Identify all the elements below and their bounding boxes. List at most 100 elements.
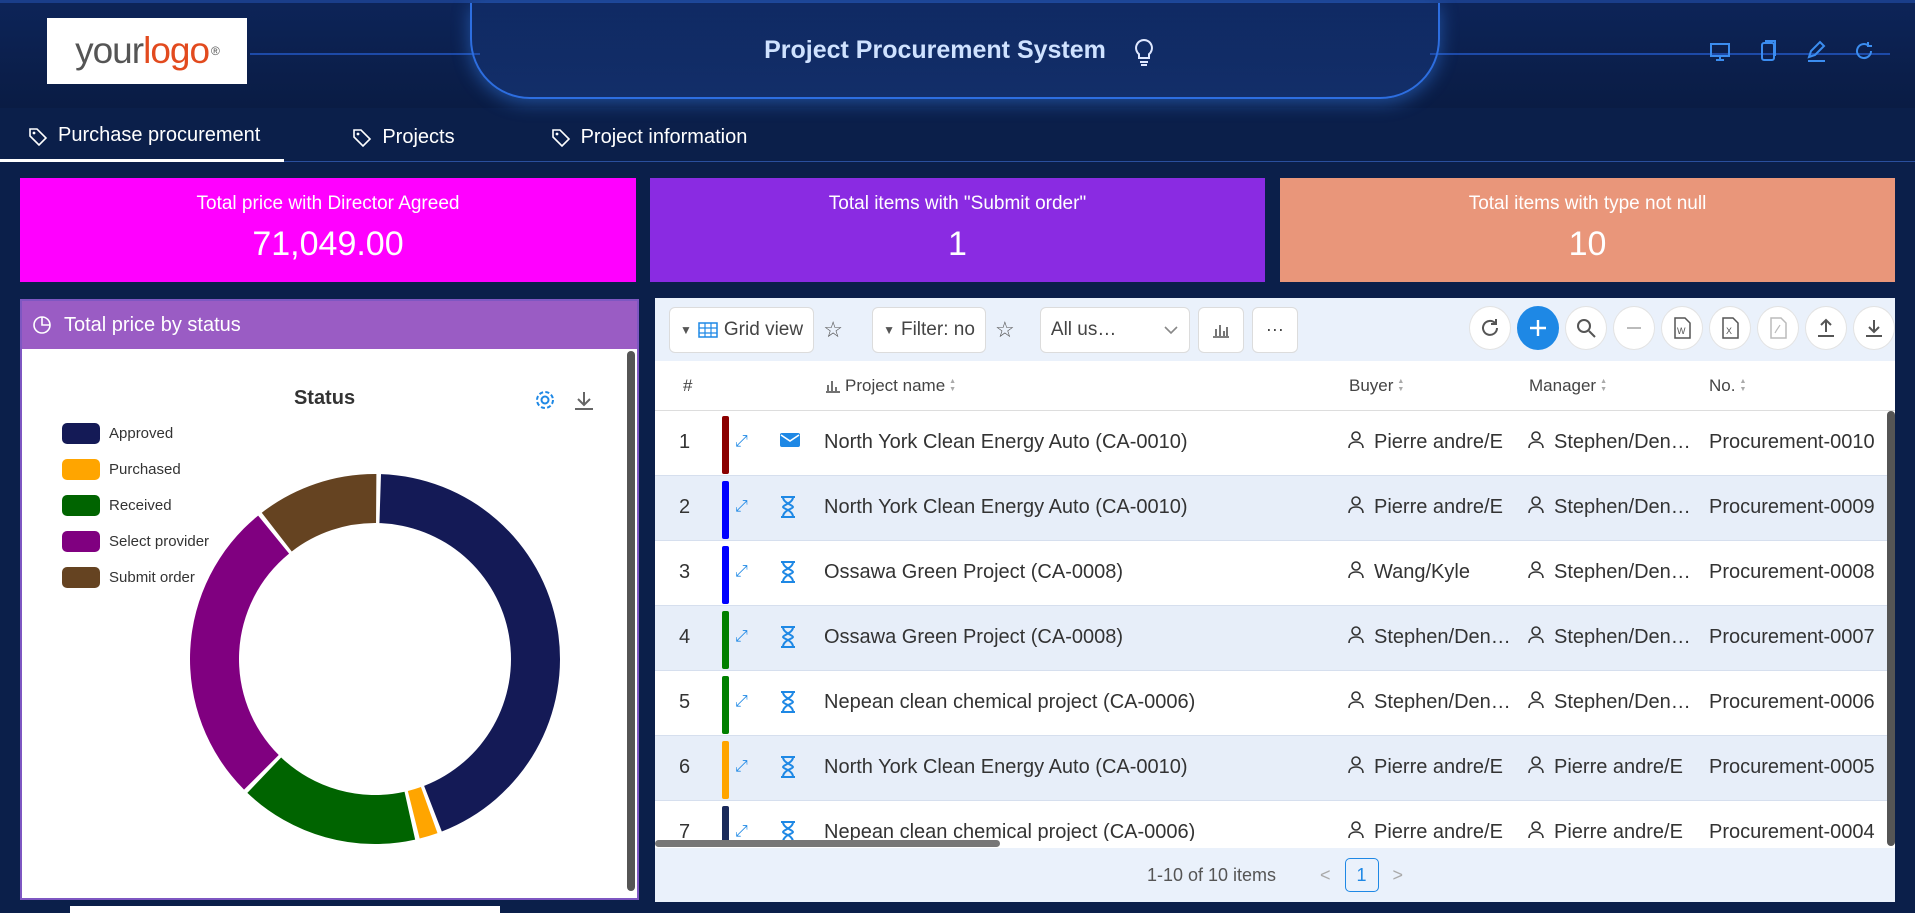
search-icon (1577, 319, 1596, 338)
user-icon (1528, 756, 1544, 780)
tag-icon (29, 127, 48, 146)
filter-button[interactable]: ▼ Filter: no (872, 306, 986, 353)
donut-slice-received[interactable] (247, 757, 416, 844)
donut-slice-select-provider[interactable] (190, 515, 290, 790)
expand-icon[interactable]: ⤢ (735, 758, 748, 776)
kpi-card-type-not-null[interactable]: Total items with type not null 10 (1280, 178, 1895, 282)
gear-icon[interactable] (534, 389, 556, 411)
legend-swatch (62, 494, 100, 516)
chevron-down-icon (1164, 325, 1178, 334)
minus-icon (1627, 327, 1641, 329)
chart-panel-title: Total price by status (64, 313, 241, 336)
reload-button[interactable] (1469, 306, 1511, 350)
export-excel-button[interactable]: X (1709, 306, 1751, 350)
manager-name: Stephen/Den… (1554, 691, 1691, 713)
donut-slice-approved[interactable] (379, 474, 560, 832)
table-row[interactable]: 3 ⤢ Ossawa Green Project (CA-0008) Wang/Kyl… (655, 541, 1895, 606)
mobile-icon[interactable] (1757, 40, 1779, 62)
legend-swatch (62, 458, 100, 480)
table-row[interactable]: 2 ⤢ North York Clean Energy Auto (CA-0010)… (655, 476, 1895, 541)
expand-icon[interactable]: ⤢ (735, 693, 748, 711)
prev-page-icon[interactable]: < (1320, 865, 1331, 886)
expand-icon[interactable]: ⤢ (735, 628, 748, 646)
export-word-button[interactable]: W (1661, 306, 1703, 350)
row-color-bar (722, 546, 729, 604)
legend-item[interactable]: Approved (62, 415, 209, 451)
manager-cell: Stephen/Den… (1528, 626, 1703, 650)
tab-project-information[interactable]: Project information (525, 112, 774, 162)
manager-name: Pierre andre/E (1554, 756, 1683, 778)
buyer-cell: Stephen/Den… (1348, 626, 1518, 650)
search-button[interactable] (1565, 306, 1607, 350)
pagination-summary: 1-10 of 10 items (1146, 864, 1277, 885)
remove-button[interactable] (1613, 306, 1655, 350)
tab-projects[interactable]: Projects (326, 112, 480, 162)
refresh-icon[interactable] (1853, 40, 1875, 62)
donut-slice-submit-order[interactable] (261, 474, 377, 552)
table-row[interactable]: 6 ⤢ North York Clean Energy Auto (CA-0010)… (655, 736, 1895, 801)
chart-panel-scrollbar[interactable] (627, 351, 635, 891)
expand-icon[interactable]: ⤢ (735, 563, 748, 581)
export-pdf-button[interactable] (1757, 306, 1799, 350)
star-icon[interactable]: ☆ (814, 317, 852, 343)
manager-name: Pierre andre/E (1554, 821, 1683, 841)
star-icon[interactable]: ☆ (986, 317, 1024, 343)
user-icon (1528, 431, 1544, 455)
sort-icon[interactable]: ▲ ▼ (949, 378, 956, 394)
table-row[interactable]: 7 ⤢ Nepean clean chemical project (CA-0006… (655, 801, 1895, 841)
expand-icon[interactable]: ⤢ (735, 433, 748, 451)
column-header-no[interactable]: No. ▲ ▼ (1709, 376, 1746, 396)
pdf-file-icon (1770, 317, 1787, 339)
number-cell: Procurement-0004 (1709, 821, 1875, 841)
add-button[interactable] (1517, 306, 1559, 350)
project-name-cell: Ossawa Green Project (CA-0008) (824, 561, 1124, 583)
column-header-buyer[interactable]: Buyer ▲ ▼ (1349, 376, 1404, 396)
next-page-icon[interactable]: > (1393, 865, 1404, 886)
sort-icon[interactable]: ▲ ▼ (1739, 378, 1746, 394)
row-number: 4 (679, 626, 691, 648)
manager-name: Stephen/Den… (1554, 431, 1691, 453)
caret-down-icon: ▼ (680, 322, 692, 337)
user-select[interactable]: All us… (1039, 306, 1190, 353)
more-button[interactable]: ··· (1251, 306, 1298, 353)
monitor-icon[interactable] (1709, 40, 1731, 62)
tag-icon (551, 129, 570, 147)
page-button[interactable]: 1 (1344, 858, 1379, 892)
upload-button[interactable] (1805, 306, 1847, 350)
table-row[interactable]: 4 ⤢ Ossawa Green Project (CA-0008) Stephen/… (655, 606, 1895, 671)
row-number: 6 (679, 756, 691, 778)
edit-icon[interactable] (1805, 40, 1827, 62)
user-icon (1348, 431, 1364, 455)
tag-icon (353, 129, 372, 147)
column-header-project-name[interactable]: Project name ▲ ▼ (825, 376, 956, 396)
column-label: Buyer (1349, 375, 1394, 395)
chart-button[interactable] (1197, 306, 1244, 353)
download-icon[interactable] (572, 389, 596, 413)
project-name-cell: North York Clean Energy Auto (CA-0010) (824, 756, 1188, 778)
table-row[interactable]: 1 ⤢ North York Clean Energy Auto (CA-0010)… (655, 411, 1895, 476)
column-header-manager[interactable]: Manager ▲ ▼ (1529, 376, 1607, 396)
kpi-card-submit-order[interactable]: Total items with "Submit order" 1 (650, 178, 1265, 282)
legend-swatch (62, 566, 100, 588)
lightbulb-icon[interactable] (1132, 38, 1156, 68)
expand-icon[interactable]: ⤢ (735, 823, 748, 841)
sort-icon[interactable]: ▲ ▼ (1397, 378, 1404, 394)
vertical-scrollbar[interactable] (1887, 411, 1895, 846)
sort-icon[interactable]: ▲ ▼ (1600, 378, 1607, 394)
hourglass-icon (779, 691, 797, 719)
table-row[interactable]: 5 ⤢ Nepean clean chemical project (CA-0006… (655, 671, 1895, 736)
grid-view-button[interactable]: ▼ Grid view (669, 306, 815, 353)
expand-icon[interactable]: ⤢ (735, 498, 748, 516)
kpi-label: Total items with "Submit order" (828, 193, 1087, 214)
tab-label: Purchase procurement (58, 124, 261, 146)
row-number: 3 (679, 561, 691, 583)
download-button[interactable] (1853, 306, 1895, 350)
refresh-icon (1482, 319, 1498, 336)
tab-purchase-procurement[interactable]: Purchase procurement (0, 112, 285, 162)
kpi-card-director-agreed[interactable]: Total price with Director Agreed 71,049.… (20, 178, 636, 282)
manager-cell: Stephen/Den… (1528, 431, 1703, 455)
legend-label: Received (109, 496, 172, 514)
buyer-name: Wang/Kyle (1374, 561, 1470, 583)
horizontal-scrollbar[interactable] (655, 840, 1000, 847)
grid-view-label: Grid view (723, 318, 804, 340)
